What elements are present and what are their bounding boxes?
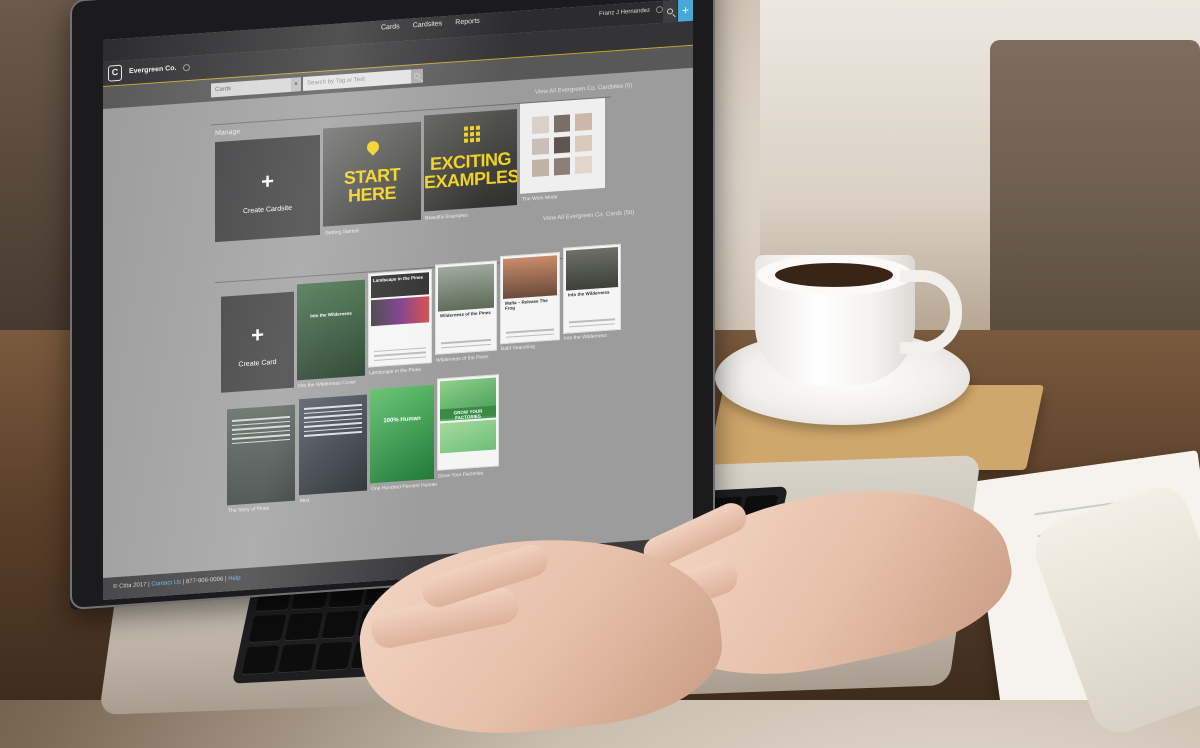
user-name[interactable]: Franz J Hernandez (599, 8, 650, 18)
laptop-screen: Cards Cardsites Reports Franz J Hernande… (103, 0, 693, 601)
copyright: © Ctita 2017 | (113, 581, 150, 591)
card-title: 100% Human (383, 415, 421, 425)
create-card-tile[interactable]: + Create Card (221, 291, 294, 393)
search-button[interactable] (663, 0, 677, 23)
content-type-select[interactable]: Cards (211, 77, 291, 98)
card-title: Landscape in the Pines (371, 272, 429, 299)
card-tile[interactable] (227, 404, 295, 506)
tile-headline: EXCITING EXAMPLES (424, 148, 517, 193)
card-caption: One Hundred Percent Human (371, 481, 438, 493)
company-settings-icon[interactable] (183, 63, 190, 72)
image-grid (532, 112, 592, 178)
nav-cards[interactable]: Cards (381, 23, 400, 31)
company-logo[interactable]: C (108, 64, 122, 82)
chevron-down-icon[interactable]: ▾ (291, 77, 301, 92)
tag-search-input[interactable]: Search by Tag or Text (303, 69, 411, 92)
card-tile[interactable]: Into the Wilderness (297, 279, 365, 381)
phone-number: | 877-906-0006 | (182, 576, 227, 586)
card-tile[interactable]: 100% Human (370, 384, 434, 484)
card-tile[interactable]: Into the Wilderness (563, 243, 621, 334)
card-caption: Into the Wilderness (564, 332, 607, 342)
card-caption: Landscape in the Pines (369, 366, 421, 377)
location-pin-icon (364, 138, 382, 156)
settings-icon[interactable] (656, 5, 663, 14)
company-name[interactable]: Evergreen Co. (129, 65, 176, 75)
card-caption: Into the Wilderness Cover (298, 379, 356, 390)
search-submit-button[interactable] (411, 68, 423, 84)
view-all-cardsites-link[interactable]: View All Evergreen Co. Cardsites (5) (535, 83, 632, 96)
plus-icon: + (261, 168, 274, 194)
card-caption: Bald Searching (501, 343, 535, 353)
grid-icon (464, 125, 480, 143)
card-text-lines (506, 325, 554, 338)
add-button[interactable]: + (678, 0, 693, 22)
card-image (371, 296, 429, 327)
card-caption: Wilderness of the Pines (436, 354, 489, 364)
cardsite-caption: The Work Mode (522, 194, 558, 203)
section-title-manage: Manage (215, 128, 241, 138)
nav-reports[interactable]: Reports (455, 18, 480, 27)
coffee (775, 263, 893, 287)
cardsite-tile-getting-started[interactable]: START HERE (323, 121, 421, 227)
card-text-lines (374, 344, 426, 362)
search-icon (414, 72, 420, 80)
cardsite-caption: Beautiful Examples (425, 212, 468, 222)
card-caption: The Story of Pines (228, 505, 270, 515)
tile-headline: START HERE (343, 164, 401, 206)
card-image (566, 246, 618, 291)
create-cardsite-label: Create Cardsite (242, 204, 293, 216)
card-tile[interactable]: Wilderness of the Pines (435, 260, 497, 355)
card-image (438, 263, 494, 312)
plus-icon: + (251, 321, 264, 348)
card-text-lines (232, 413, 290, 444)
create-cardsite-tile[interactable]: + Create Cardsite (215, 134, 320, 243)
create-card-label: Create Card (238, 358, 277, 369)
cafe-chair (990, 40, 1200, 340)
card-title: Wilderness of the Pines (440, 309, 491, 319)
contact-us-link[interactable]: Contact Us (151, 580, 181, 588)
card-tile[interactable]: Mafia – Release The Frog (500, 252, 560, 345)
search-icon (667, 8, 673, 15)
card-image (503, 255, 557, 300)
card-title: Mafia – Release The Frog (505, 297, 548, 311)
card-title: Into the Wilderness (568, 289, 610, 298)
card-caption: Mist (300, 497, 310, 505)
cardsite-caption: Getting Started (325, 228, 359, 237)
footer-text: © Ctita 2017 | Contact Us | 877-906-0006… (113, 575, 241, 590)
card-tile[interactable]: Landscape in the Pines (368, 268, 432, 368)
cardsite-tile-work-mode[interactable] (520, 97, 605, 194)
main-nav: Cards Cardsites Reports (381, 18, 480, 32)
card-text-lines (569, 315, 615, 328)
nav-cardsites[interactable]: Cardsites (413, 20, 443, 29)
view-all-cards-link[interactable]: View All Evergreen Co. Cards (50) (543, 210, 634, 222)
card-text-lines (304, 401, 362, 437)
card-title: Into the Wilderness (310, 310, 352, 319)
help-link[interactable]: Help (228, 575, 240, 582)
card-tile[interactable]: GROW YOUR FACTORIES (437, 374, 499, 471)
card-caption: Grow Your Factories (438, 470, 484, 480)
card-text-lines (441, 336, 491, 349)
card-image (440, 419, 496, 454)
card-tile[interactable] (299, 394, 367, 496)
cardsite-tile-beautiful-examples[interactable]: EXCITING EXAMPLES (424, 109, 517, 212)
